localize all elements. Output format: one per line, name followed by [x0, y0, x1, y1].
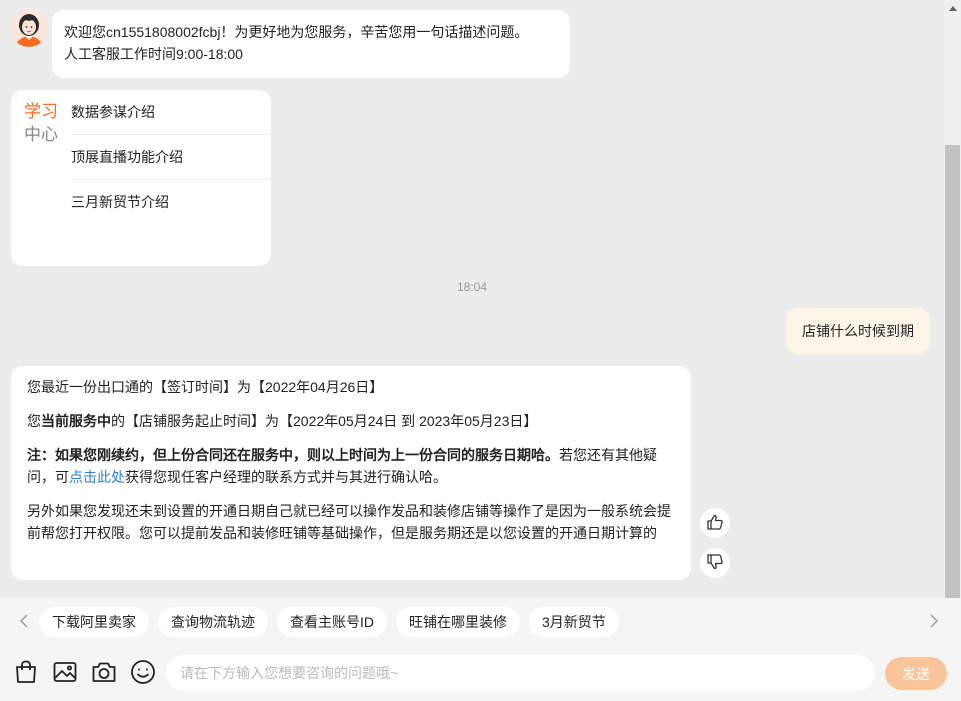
user-message: 店铺什么时候到期	[786, 308, 930, 354]
study-center-card: 学习 中心 数据参谋介绍 顶展直播功能介绍 三月新贸节介绍	[11, 90, 271, 266]
study-item-live-stream[interactable]: 顶展直播功能介绍	[71, 135, 271, 180]
answer-p3-note: 注：如果您刚续约，但上份合同还在服务中，则以上时间为上一份合同的服务日期哈。	[27, 447, 559, 463]
thumbs-up-icon	[706, 513, 724, 534]
welcome-line-2: 人工客服工作时间9:00-18:00	[64, 46, 243, 62]
quick-replies-prev-button[interactable]	[16, 612, 32, 632]
answer-paragraph-2: 您当前服务中的【店铺服务起止时间】为【2022年05月24日 到 2023年05…	[27, 410, 675, 432]
chat-area[interactable]: 欢迎您cn1551808002fcbj！为更好地为您服务，辛苦您用一句话描述问题…	[0, 0, 944, 598]
chat-scrollbar[interactable]	[944, 0, 961, 598]
welcome-message: 欢迎您cn1551808002fcbj！为更好地为您服务，辛苦您用一句话描述问题…	[52, 10, 570, 78]
answer-paragraph-1: 您最近一份出口通的【签订时间】为【2022年04月26日】	[27, 379, 384, 395]
scroll-up-arrow-icon[interactable]	[944, 0, 961, 17]
contact-manager-link[interactable]: 点击此处	[69, 469, 125, 485]
study-item-data-advisor[interactable]: 数据参谋介绍	[71, 90, 271, 135]
answer-paragraph-3: 注：如果您刚续约，但上份合同还在服务中，则以上时间为上一份合同的服务日期哈。若您…	[27, 444, 675, 488]
welcome-line-1: 欢迎您cn1551808002fcbj！为更好地为您服务，辛苦您用一句话描述问题…	[64, 24, 529, 40]
emoji-button[interactable]	[129, 659, 157, 687]
quick-reply-chip[interactable]: 3月新贸节	[529, 607, 619, 637]
answer-p3-post: 获得您现任客户经理的联系方式并与其进行确认哈。	[125, 469, 447, 485]
study-center-list: 数据参谋介绍 顶展直播功能介绍 三月新贸节介绍	[71, 90, 271, 225]
image-icon	[52, 659, 78, 688]
camera-button[interactable]	[90, 659, 118, 687]
quick-replies-next-button[interactable]	[926, 612, 942, 632]
quick-reply-chip[interactable]: 下载阿里卖家	[39, 607, 149, 637]
study-center-title-part2: 中心	[24, 125, 58, 144]
answer-message: 您最近一份出口通的【签订时间】为【2022年04月26日】 您当前服务中的【店铺…	[11, 366, 691, 580]
message-input[interactable]	[166, 655, 875, 691]
camera-icon	[91, 659, 117, 688]
chevron-left-icon	[19, 614, 29, 631]
image-upload-button[interactable]	[51, 659, 79, 687]
agent-avatar	[10, 9, 48, 47]
scroll-thumb[interactable]	[945, 145, 960, 598]
chevron-right-icon	[929, 614, 939, 631]
study-item-march-festival[interactable]: 三月新贸节介绍	[71, 180, 271, 225]
shopping-bag-icon	[13, 659, 39, 688]
quick-replies-bar: 下载阿里卖家 查询物流轨迹 查看主账号ID 旺铺在哪里装修 3月新贸节	[0, 598, 961, 646]
study-center-title-part1: 学习	[24, 102, 58, 121]
quick-replies-list: 下载阿里卖家 查询物流轨迹 查看主账号ID 旺铺在哪里装修 3月新贸节	[39, 607, 619, 637]
thumbs-down-icon	[706, 553, 724, 574]
shopping-bag-button[interactable]	[12, 659, 40, 687]
input-bar: 发送	[0, 646, 961, 701]
answer-p2-pre: 您	[27, 413, 41, 429]
quick-reply-chip[interactable]: 查询物流轨迹	[158, 607, 268, 637]
answer-p2-bold: 当前服务中	[41, 413, 111, 429]
send-button[interactable]: 发送	[885, 657, 947, 690]
thumbs-up-button[interactable]	[700, 508, 730, 538]
answer-paragraph-4: 另外如果您发现还未到设置的开通日期自己就已经可以操作发品和装修店铺等操作了是因为…	[27, 503, 671, 541]
thumbs-down-button[interactable]	[700, 548, 730, 578]
study-center-title: 学习 中心	[24, 100, 64, 146]
quick-reply-chip[interactable]: 查看主账号ID	[277, 607, 387, 637]
quick-reply-chip[interactable]: 旺铺在哪里装修	[396, 607, 520, 637]
smiley-icon	[130, 659, 156, 688]
answer-p2-post: 的【店铺服务起止时间】为【2022年05月24日 到 2023年05月23日】	[111, 413, 538, 429]
message-timestamp: 18:04	[456, 280, 488, 294]
